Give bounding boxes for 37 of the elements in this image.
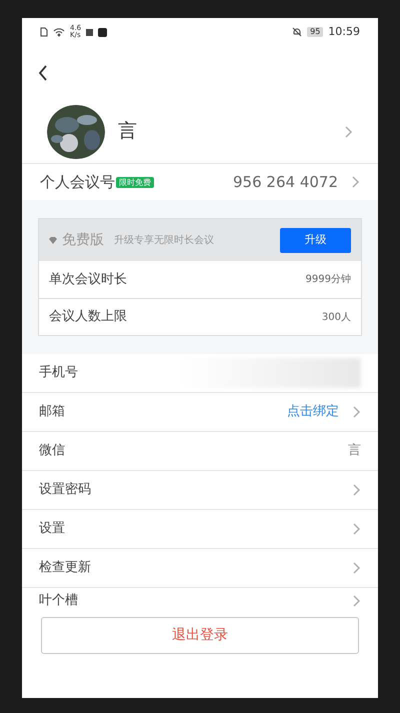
settings-value: 言 (348, 442, 361, 460)
sim-card-icon (40, 27, 48, 37)
battery-level: 95 (307, 27, 324, 37)
back-icon[interactable] (38, 65, 48, 81)
settings-row[interactable]: 叶个槽 (22, 588, 378, 614)
app-icon (98, 28, 108, 36)
settings-row[interactable]: 设置密码 (22, 471, 378, 510)
settings-row[interactable]: 设置 (22, 510, 378, 549)
settings-row[interactable]: 检查更新 (22, 549, 378, 588)
meeting-id-value: 956 264 4072 (233, 172, 338, 193)
settings-row[interactable]: 微信 言 (22, 432, 378, 471)
chevron-right-icon (353, 595, 361, 607)
plan-row-value: 9999分钟 (306, 272, 351, 287)
settings-value[interactable]: 点击绑定 (287, 402, 339, 422)
upgrade-button[interactable]: 升级 (280, 228, 351, 252)
plan-row-value: 300人 (322, 310, 351, 324)
free-badge: 限时免费 (116, 176, 154, 188)
plan-description: 升级专享无限时长会议 (114, 234, 214, 248)
square-icon (86, 28, 94, 36)
logout-button[interactable]: 退出登录 (41, 617, 359, 654)
chevron-right-icon (352, 176, 360, 188)
chevron-right-icon (345, 126, 353, 138)
chevron-right-icon (353, 562, 361, 574)
plan-name: 免费版 (62, 230, 104, 250)
settings-row[interactable]: 手机号 (22, 354, 378, 393)
chevron-right-icon (353, 523, 361, 535)
settings-row[interactable]: 邮箱 点击绑定 (22, 393, 378, 432)
chevron-right-icon (353, 406, 361, 418)
diamond-icon (49, 236, 57, 244)
bell-off-icon (292, 27, 302, 37)
clock-time: 10:59 (328, 24, 360, 40)
wifi-icon (53, 28, 65, 36)
profile-name: 言 (118, 119, 138, 144)
plan-row-label: 单次会议时长 (49, 270, 127, 289)
plan-row-label: 会议人数上限 (49, 308, 127, 326)
meeting-id-label: 个人会议号 (40, 172, 115, 193)
chevron-right-icon (353, 484, 361, 496)
